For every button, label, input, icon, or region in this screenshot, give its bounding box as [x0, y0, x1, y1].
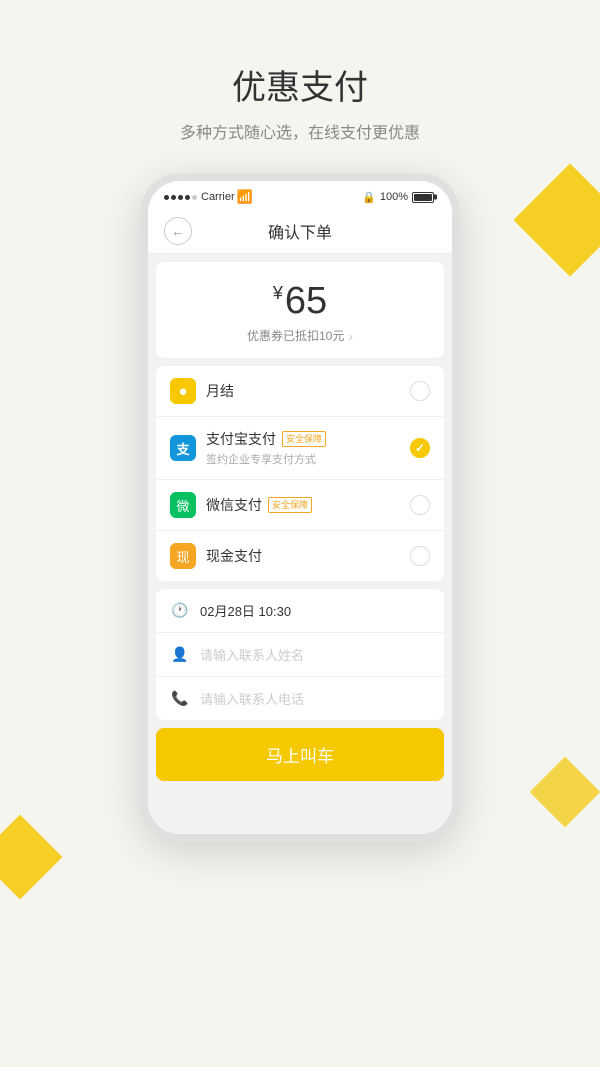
price-card: ¥65 优惠券已抵扣10元 › [156, 262, 444, 358]
contact-phone-placeholder: 请输入联系人电话 [200, 689, 304, 708]
price-number: 65 [285, 280, 327, 322]
wechat-security-badge: 安全保障 [268, 497, 312, 513]
cash-icon: 现 [170, 543, 196, 569]
status-right: 🔒 100% [362, 191, 436, 204]
contact-phone-field[interactable]: 📞 请输入联系人电话 [156, 677, 444, 720]
contact-name-field[interactable]: 👤 请输入联系人姓名 [156, 633, 444, 677]
page-subtitle: 多种方式随心选，在线支付更优惠 [20, 119, 580, 143]
wechat-info: 微信支付 安全保障 [206, 495, 410, 515]
lock-icon: 🔒 [362, 191, 376, 204]
back-icon: ← [171, 223, 185, 239]
battery-pct: 100% [380, 191, 408, 203]
payment-item-cash[interactable]: 现 现金支付 [156, 531, 444, 581]
chevron-right-icon: › [348, 328, 353, 344]
monthly-icon: ● [170, 378, 196, 404]
price-amount: ¥65 [172, 280, 428, 323]
battery-icon [412, 192, 436, 203]
monthly-name: 月结 [206, 381, 410, 401]
page-title: 优惠支付 [20, 60, 580, 109]
clock-icon: 🕐 [170, 602, 190, 619]
alipay-radio[interactable] [410, 438, 430, 458]
contact-name-placeholder: 请输入联系人姓名 [200, 645, 304, 664]
submit-label: 马上叫车 [266, 747, 334, 766]
payment-methods-card: ● 月结 支 支付宝支付 安全保障 [156, 366, 444, 581]
wechat-radio[interactable] [410, 495, 430, 515]
person-icon: 👤 [170, 646, 190, 663]
hero-section: 优惠支付 多种方式随心选，在线支付更优惠 [0, 0, 600, 173]
alipay-info: 支付宝支付 安全保障 签约企业专享支付方式 [206, 429, 410, 467]
status-left: Carrier 📶 [164, 189, 253, 205]
wifi-icon: 📶 [237, 189, 253, 205]
submit-button[interactable]: 马上叫车 [156, 728, 444, 781]
status-bar: Carrier 📶 🔒 100% [148, 181, 452, 209]
currency-symbol: ¥ [273, 283, 283, 303]
alipay-sub: 签约企业专享支付方式 [206, 451, 410, 467]
alipay-security-badge: 安全保障 [282, 431, 326, 447]
payment-item-alipay[interactable]: 支 支付宝支付 安全保障 签约企业专享支付方式 [156, 417, 444, 480]
carrier-label: Carrier [201, 191, 235, 203]
payment-item-monthly[interactable]: ● 月结 [156, 366, 444, 417]
time-value: 02月28日 10:30 [200, 601, 291, 620]
time-field[interactable]: 🕐 02月28日 10:30 [156, 589, 444, 633]
wechat-icon: 微 [170, 492, 196, 518]
nav-bar: ← 确认下单 [148, 209, 452, 254]
back-button[interactable]: ← [164, 217, 192, 245]
cash-name: 现金支付 [206, 546, 410, 566]
monthly-radio[interactable] [410, 381, 430, 401]
discount-text: 优惠券已抵扣10元 [247, 327, 344, 344]
payment-item-wechat[interactable]: 微 微信支付 安全保障 [156, 480, 444, 531]
price-discount[interactable]: 优惠券已抵扣10元 › [172, 327, 428, 344]
cash-info: 现金支付 [206, 546, 410, 566]
wechat-name: 微信支付 安全保障 [206, 495, 410, 515]
alipay-name: 支付宝支付 安全保障 [206, 429, 410, 449]
phone-icon: 📞 [170, 690, 190, 707]
nav-title: 确认下单 [192, 219, 408, 243]
alipay-icon: 支 [170, 435, 196, 461]
phone-content: ¥65 优惠券已抵扣10元 › ● 月结 [148, 254, 452, 834]
monthly-info: 月结 [206, 381, 410, 401]
cash-radio[interactable] [410, 546, 430, 566]
phone-body: Carrier 📶 🔒 100% ← 确认下单 ¥65 [140, 173, 460, 842]
info-card: 🕐 02月28日 10:30 👤 请输入联系人姓名 📞 请输入联系人电话 [156, 589, 444, 720]
phone-mockup: Carrier 📶 🔒 100% ← 确认下单 ¥65 [0, 173, 600, 842]
signal-dots [164, 191, 199, 203]
